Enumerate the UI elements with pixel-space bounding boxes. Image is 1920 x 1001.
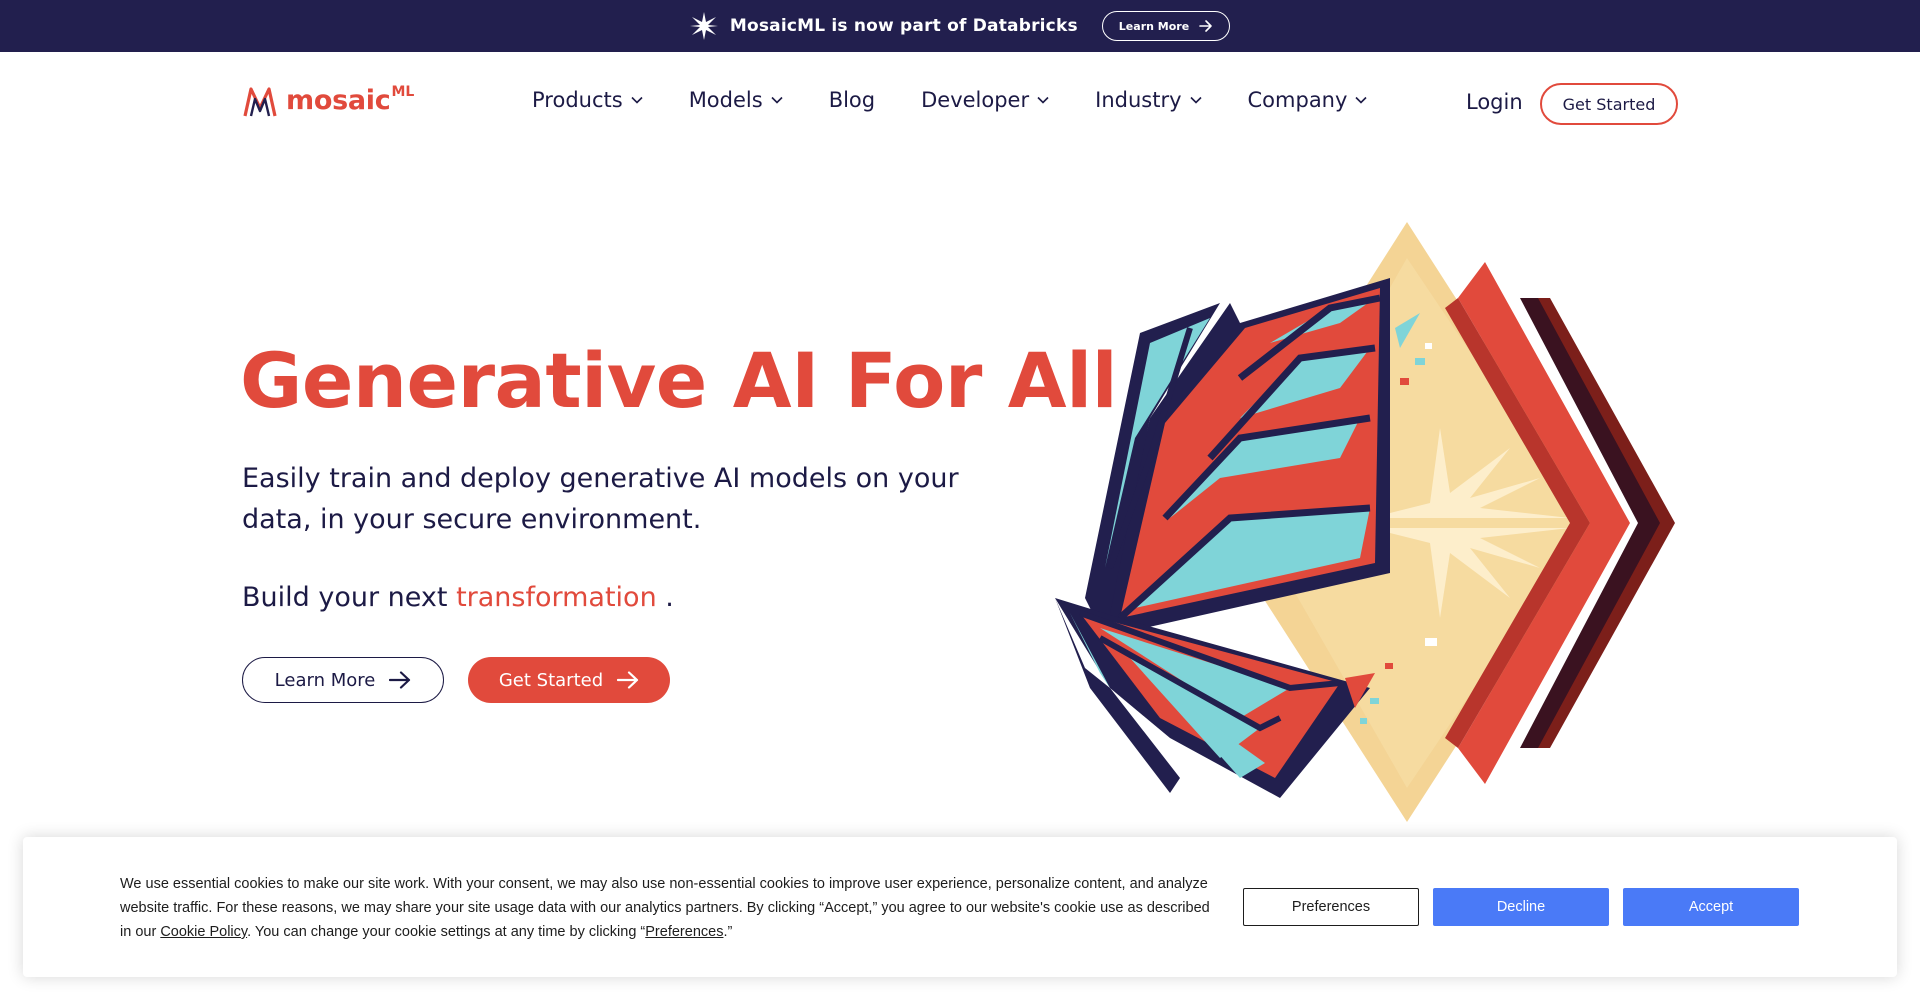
site-header: mosaic ML Products Models Blog Developer…	[0, 52, 1920, 152]
cookie-policy-link[interactable]: Cookie Policy	[160, 924, 247, 940]
nav-products-label: Products	[532, 88, 623, 112]
chevron-down-icon	[631, 96, 643, 104]
nav-models[interactable]: Models	[689, 88, 783, 112]
cookie-text-part3: .”	[723, 924, 733, 940]
chevron-down-icon	[1355, 96, 1367, 104]
chevron-down-icon	[1189, 96, 1202, 104]
announcement-learn-more-label: Learn More	[1118, 19, 1190, 33]
cookie-text-part2: . You can change your cookie settings at…	[247, 924, 646, 940]
announcement-bar: MosaicML is now part of Databricks Learn…	[0, 0, 1920, 52]
cookie-consent-banner: We use essential cookies to make our sit…	[23, 837, 1897, 977]
cookie-message: We use essential cookies to make our sit…	[120, 872, 1220, 944]
hero-build-suffix: .	[665, 582, 674, 613]
hero-subtitle: Easily train and deploy generative AI mo…	[242, 463, 959, 535]
nav-company[interactable]: Company	[1248, 88, 1368, 112]
arrow-right-icon	[617, 671, 639, 689]
cookie-preferences-link[interactable]: Preferences	[645, 924, 723, 940]
nav-company-label: Company	[1247, 88, 1348, 112]
nav-blog-label: Blog	[828, 88, 876, 112]
hero-build-prefix: Build your next	[242, 582, 448, 613]
arrow-right-icon	[389, 671, 411, 689]
hero-build-line: Build your next transformation .	[242, 582, 674, 613]
chevron-down-icon	[1037, 96, 1049, 104]
nav-developer-label: Developer	[921, 88, 1030, 112]
sparkle-icon	[689, 12, 718, 40]
logo-wordmark: mosaic	[286, 85, 391, 116]
nav-blog[interactable]: Blog	[829, 88, 875, 112]
cookie-decline-button[interactable]: Decline	[1433, 888, 1609, 926]
nav-industry-label: Industry	[1095, 88, 1182, 112]
nav-developer[interactable]: Developer	[921, 88, 1049, 112]
mosaicml-logo-icon	[243, 87, 277, 117]
announcement-text: MosaicML is now part of Databricks	[729, 16, 1078, 36]
hero-butterfly-illustration	[1055, 222, 1675, 822]
hero-get-started-button[interactable]: Get Started	[468, 657, 670, 703]
login-link[interactable]: Login	[1466, 90, 1523, 114]
hero-build-accent: transformation	[456, 582, 657, 613]
logo-superscript: ML	[391, 84, 415, 100]
hero-title: Generative AI For All	[240, 336, 1118, 425]
chevron-down-icon	[771, 96, 783, 104]
hero-learn-more-label: Learn More	[274, 669, 376, 691]
arrow-right-icon	[1199, 20, 1212, 32]
cookie-accept-button[interactable]: Accept	[1623, 888, 1799, 926]
nav-models-label: Models	[688, 88, 763, 112]
nav-products[interactable]: Products	[532, 88, 643, 112]
hero-get-started-label: Get Started	[498, 669, 604, 691]
mosaicml-logo[interactable]: mosaic ML	[242, 84, 415, 118]
hero-learn-more-button[interactable]: Learn More	[242, 657, 444, 703]
nav-industry[interactable]: Industry	[1095, 88, 1202, 112]
cookie-preferences-button[interactable]: Preferences	[1243, 888, 1419, 926]
announcement-learn-more-button[interactable]: Learn More	[1101, 11, 1231, 41]
header-get-started-button[interactable]: Get Started	[1540, 83, 1678, 125]
main-nav: Products Models Blog Developer Industry …	[532, 88, 1413, 112]
